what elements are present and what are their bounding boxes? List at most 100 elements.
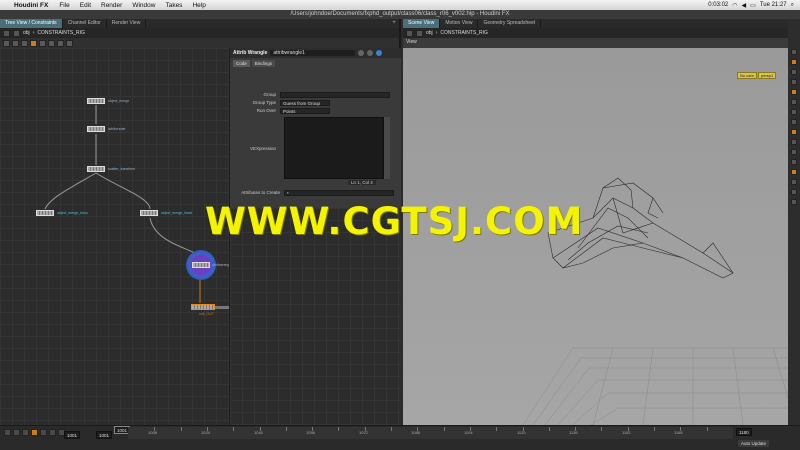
prev-key-icon[interactable] (13, 429, 20, 436)
tool-icon[interactable] (791, 79, 797, 85)
tab-motion-view[interactable]: Motion View (440, 19, 479, 28)
path-node[interactable]: CONSTRAINTS_RIG (37, 30, 85, 36)
vex-scrollbar[interactable] (384, 117, 390, 179)
tool-icon[interactable] (791, 109, 797, 115)
param-row-group-type: Group Type Guess from Group (230, 99, 402, 106)
menu-app-name[interactable]: Houdini FX (12, 2, 54, 9)
info-icon[interactable] (376, 50, 383, 56)
node-null-out[interactable] (191, 304, 215, 310)
tool-icon[interactable] (791, 59, 797, 65)
timeline-tick (549, 427, 550, 431)
network-toolbar (0, 38, 399, 48)
menu-help[interactable]: Help (187, 2, 210, 9)
tool-icon[interactable] (791, 159, 797, 165)
tool-icon[interactable] (791, 49, 797, 55)
recording-time: 0:03:02 (708, 2, 729, 8)
cursor-position: Ln 1, Col 4 (348, 180, 376, 185)
attributes-to-create-field[interactable]: * (284, 189, 394, 196)
step-back-icon[interactable] (22, 429, 29, 436)
menu-render[interactable]: Render (96, 2, 127, 9)
gear-icon[interactable] (358, 50, 365, 56)
path-context[interactable]: obj (426, 30, 433, 36)
play-icon[interactable] (40, 429, 47, 436)
tab-scene-view[interactable]: Scene View (403, 19, 441, 28)
battery-icon[interactable]: ▭ (750, 2, 756, 9)
toolbar-active-icon[interactable] (30, 39, 37, 47)
forward-icon[interactable] (13, 29, 20, 37)
tool-icon[interactable] (791, 129, 797, 135)
end-frame-field[interactable]: 1180 (736, 428, 752, 436)
node-attribwrangle[interactable] (192, 262, 210, 268)
tool-icon[interactable] (791, 179, 797, 185)
toolbar-icon[interactable] (21, 39, 28, 47)
volume-icon[interactable]: ◀ (742, 2, 747, 9)
tool-icon[interactable] (791, 169, 797, 175)
mac-menubar: Houdini FX File Edit Render Window Takes… (0, 0, 800, 10)
group-type-select[interactable]: Guess from Group (280, 99, 330, 106)
step-forward-icon[interactable] (49, 429, 56, 436)
tab-bindings[interactable]: Bindings (251, 60, 276, 67)
forward-icon[interactable] (416, 29, 423, 37)
toolbar-icon[interactable] (57, 39, 64, 47)
tool-icon[interactable] (791, 119, 797, 125)
menu-edit[interactable]: Edit (75, 2, 96, 9)
menu-window[interactable]: Window (127, 2, 160, 9)
start-frame-field[interactable]: 1001 (64, 431, 81, 439)
menu-takes[interactable]: Takes (160, 2, 187, 9)
first-frame-icon[interactable] (4, 429, 11, 436)
timeline-ruler[interactable]: 1008 1024 1040 1056 1072 1088 1104 1120 1136 1152… (128, 427, 733, 439)
node-object-merge[interactable] (87, 98, 105, 104)
path-node[interactable]: CONSTRAINTS_RIG (440, 30, 488, 36)
network-editor[interactable]: object_merge attribcreate scatter_transf… (0, 48, 232, 448)
tool-icon[interactable] (791, 149, 797, 155)
tab-render-view[interactable]: Render View (107, 19, 147, 28)
node-label: object_merge_torso (57, 211, 88, 215)
vexpression-editor[interactable] (284, 117, 384, 179)
tool-icon[interactable] (791, 139, 797, 145)
menubar-status: 0:03:02 ◠ ◀ ▭ Tue 21:27 ⌕ (708, 2, 800, 9)
menu-file[interactable]: File (54, 2, 74, 9)
add-tab-icon[interactable]: + (389, 19, 399, 28)
path-context[interactable]: obj (23, 30, 30, 36)
back-icon[interactable] (3, 29, 10, 37)
tab-code[interactable]: Code (233, 60, 250, 67)
node-object-merge-head[interactable] (140, 210, 158, 216)
help-icon[interactable] (367, 50, 374, 56)
tool-icon[interactable] (791, 189, 797, 195)
stop-icon[interactable] (31, 429, 38, 436)
group-field[interactable] (280, 91, 390, 98)
param-row-group: Group (230, 91, 402, 98)
timeline-tick-label: 1088 (411, 430, 420, 435)
search-icon[interactable]: ⌕ (791, 2, 794, 9)
clock[interactable]: Tue 21:27 (760, 2, 787, 8)
toolbar-icon[interactable] (3, 39, 10, 47)
timeline-tick (707, 427, 708, 431)
timeline-tick-label: 1024 (201, 430, 210, 435)
back-icon[interactable] (406, 29, 413, 37)
tab-channel-editor[interactable]: Channel Editor (63, 19, 107, 28)
node-object-merge-torso[interactable] (36, 210, 54, 216)
tool-icon[interactable] (791, 199, 797, 205)
tool-icon[interactable] (791, 99, 797, 105)
node-label: null_OUT (199, 312, 214, 316)
run-over-select[interactable]: Points (280, 107, 330, 114)
toolbar-icon[interactable] (39, 39, 46, 47)
toolbar-icon[interactable] (12, 39, 19, 47)
tab-tree-view[interactable]: Tree View / Constraints (0, 19, 63, 28)
tool-icon[interactable] (791, 89, 797, 95)
timeline-tick (286, 427, 287, 431)
param-label: Run Over (256, 108, 276, 113)
wifi-icon[interactable]: ◠ (732, 2, 737, 9)
node-scatter-transform[interactable] (87, 166, 105, 172)
node-attribcreate[interactable] (87, 126, 105, 132)
auto-update-menu[interactable]: Auto Update (738, 440, 770, 447)
network-path-bar: obj › CONSTRAINTS_RIG (0, 28, 399, 38)
toolbar-icon[interactable] (66, 39, 73, 47)
tab-geometry-spreadsheet[interactable]: Geometry Spreadsheet (478, 19, 542, 28)
toolbar-icon[interactable] (48, 39, 55, 47)
timeline: 1001 1001 1001 1008 1024 1040 1056 1072 1088 1… (0, 425, 800, 450)
node-name-field[interactable]: attribwrangle1 (270, 50, 356, 56)
timeline-tick (496, 427, 497, 431)
current-frame-field[interactable]: 1001 (96, 431, 113, 439)
tool-icon[interactable] (791, 69, 797, 75)
